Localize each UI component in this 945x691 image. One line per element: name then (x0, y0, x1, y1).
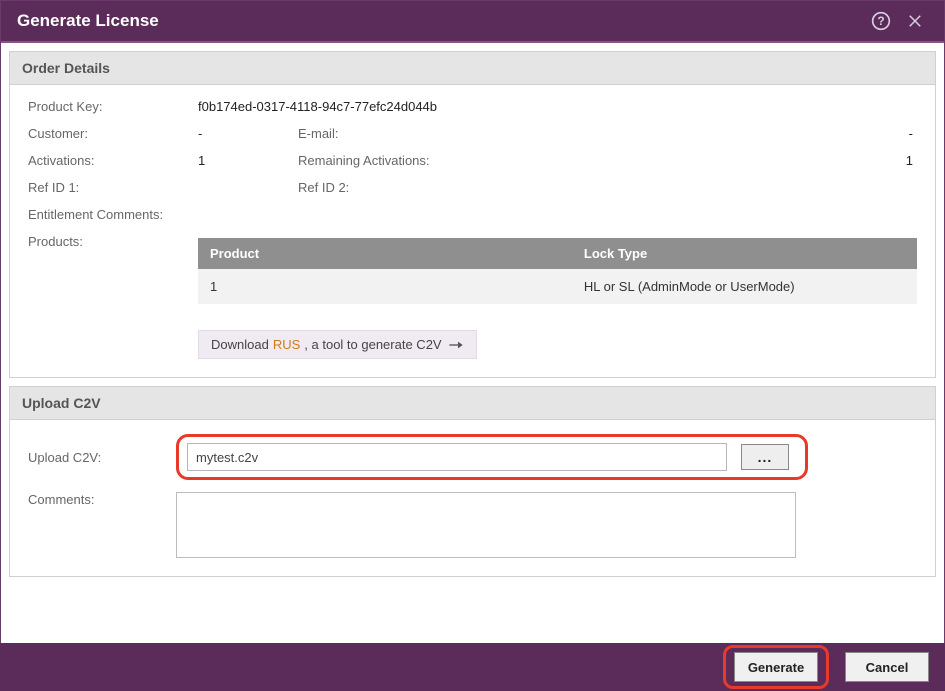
ref2-label: Ref ID 2: (298, 180, 917, 195)
products-table: Product Lock Type 1 HL or SL (AdminMode … (198, 238, 917, 304)
products-label: Products: (28, 234, 198, 249)
products-header-row: Product Lock Type (198, 238, 917, 269)
window-title: Generate License (17, 11, 860, 31)
arrow-right-icon (448, 339, 464, 351)
ref1-label: Ref ID 1: (28, 180, 198, 195)
order-details-header: Order Details (9, 51, 936, 85)
customer-value: - (198, 126, 298, 141)
comments-label: Comments: (28, 492, 158, 507)
help-icon[interactable]: ? (868, 8, 894, 34)
remaining-label: Remaining Activations: (298, 153, 498, 168)
product-key-value: f0b174ed-0317-4118-94c7-77efc24d044b (198, 99, 917, 114)
upload-file-input[interactable] (187, 443, 727, 471)
close-icon[interactable] (902, 8, 928, 34)
upload-c2v-label: Upload C2V: (28, 450, 158, 465)
generate-button[interactable]: Generate (734, 652, 818, 682)
download-rus-link[interactable]: Download RUS , a tool to generate C2V (198, 330, 477, 359)
products-col-lock: Lock Type (572, 238, 917, 269)
download-prefix: Download (211, 337, 269, 352)
titlebar: Generate License ? (1, 1, 944, 43)
browse-button[interactable]: ... (741, 444, 789, 470)
upload-file-group: ... (176, 434, 808, 480)
email-value: - (498, 126, 917, 141)
activations-label: Activations: (28, 153, 198, 168)
download-rus-text: RUS (273, 337, 300, 352)
upload-c2v-body: Upload C2V: ... Comments: (9, 420, 936, 577)
products-col-product: Product (198, 238, 572, 269)
email-label: E-mail: (298, 126, 498, 141)
upload-c2v-header: Upload C2V (9, 386, 936, 420)
customer-label: Customer: (28, 126, 198, 141)
lock-cell: HL or SL (AdminMode or UserMode) (572, 269, 917, 304)
activations-value: 1 (198, 153, 298, 168)
remaining-value: 1 (498, 153, 917, 168)
order-details-body: Product Key: f0b174ed-0317-4118-94c7-77e… (9, 85, 936, 378)
table-row: 1 HL or SL (AdminMode or UserMode) (198, 269, 917, 304)
generate-highlight: Generate (723, 645, 829, 689)
ent-comments-label: Entitlement Comments: (28, 207, 198, 222)
product-key-label: Product Key: (28, 99, 198, 114)
product-cell: 1 (198, 269, 572, 304)
footer-bar: Generate Cancel (0, 643, 945, 691)
download-suffix: , a tool to generate C2V (304, 337, 441, 352)
comments-textarea[interactable] (176, 492, 796, 558)
svg-text:?: ? (877, 15, 884, 28)
cancel-button[interactable]: Cancel (845, 652, 929, 682)
